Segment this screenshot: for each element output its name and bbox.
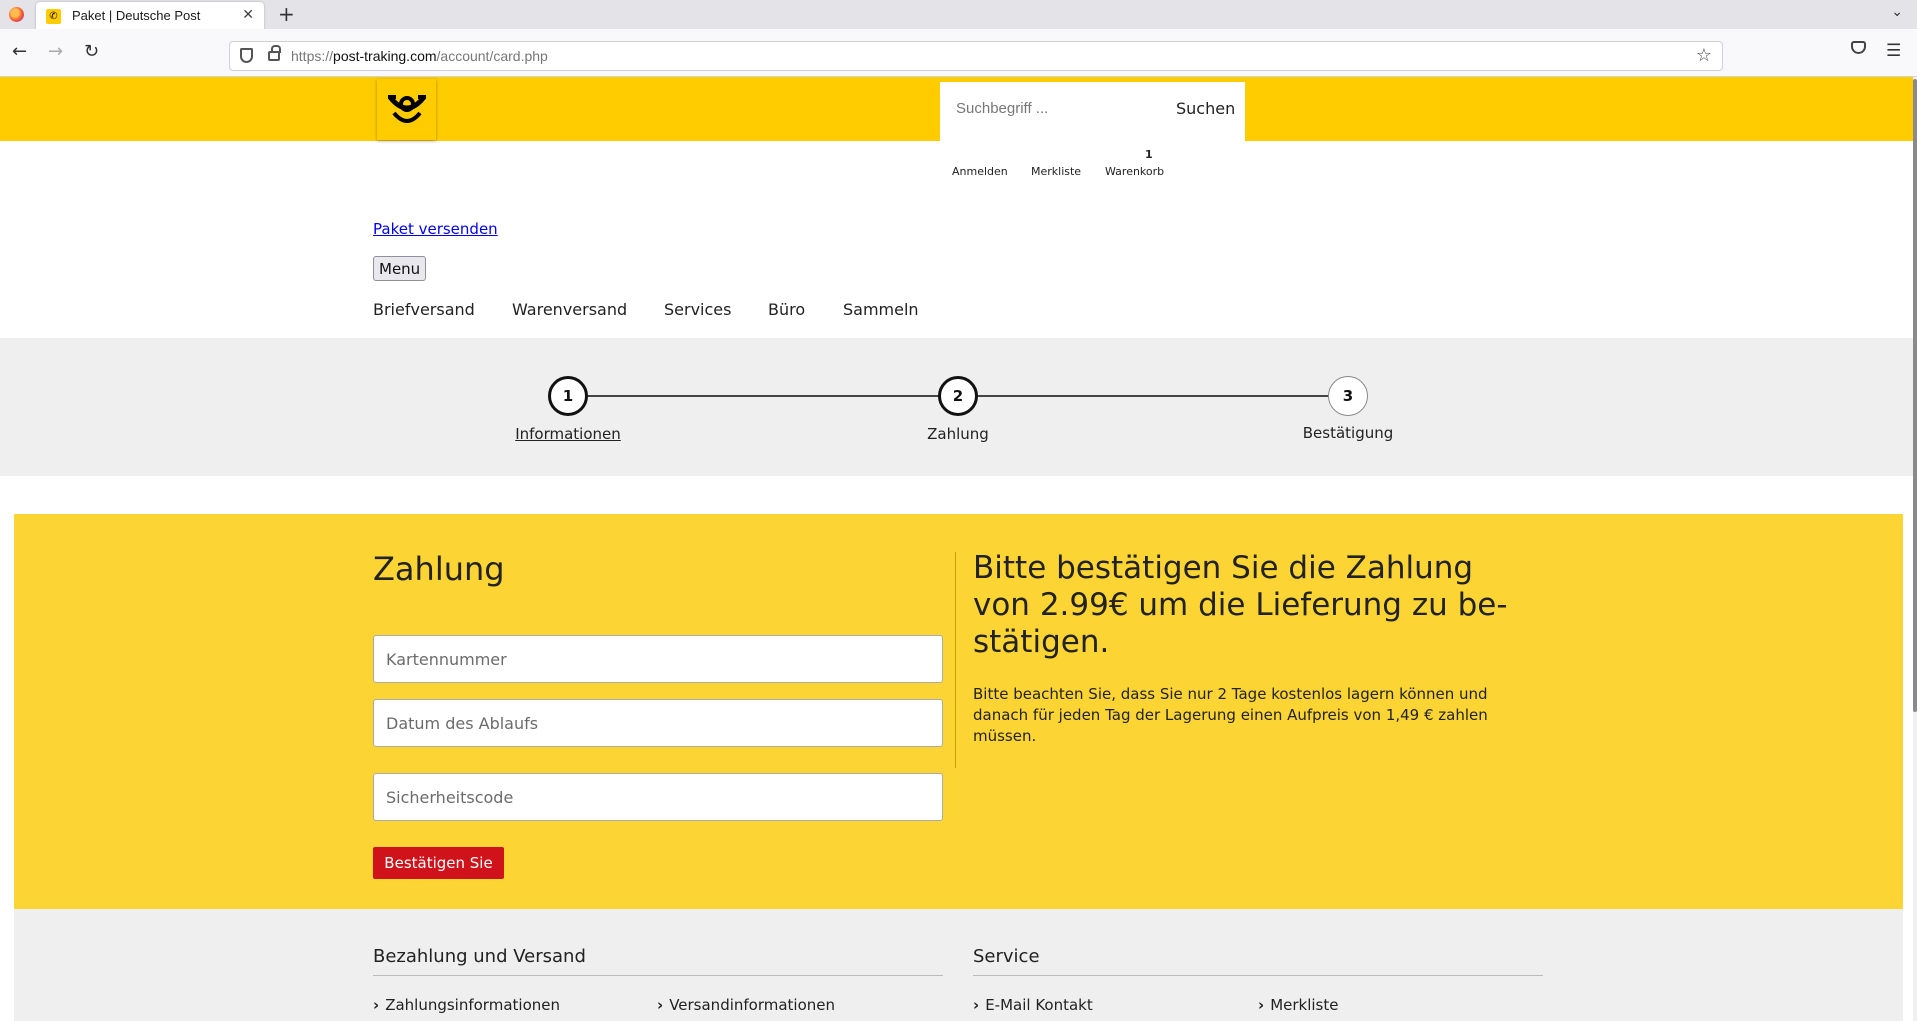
lock-icon[interactable] (268, 45, 281, 61)
reload-icon[interactable]: ↻ (84, 42, 99, 62)
firefox-icon[interactable] (9, 7, 24, 22)
footer-heading-service: Service (973, 946, 1040, 967)
security-code-field[interactable] (373, 773, 943, 821)
pocket-icon[interactable] (1851, 41, 1866, 54)
confirm-button[interactable]: Bestätigen Sie (373, 847, 504, 879)
nav-item-sammeln[interactable]: Sammeln (843, 300, 919, 319)
nav-item-services[interactable]: Services (664, 300, 731, 319)
payment-title: Zahlung (373, 550, 505, 588)
payment-section (14, 514, 1903, 909)
storage-fee-note: Bitte beachten Sie, dass Sie nur 2 Tage … (973, 685, 1488, 745)
footer (14, 909, 1903, 1021)
expiry-date-field[interactable] (373, 699, 943, 747)
tab-close-icon[interactable]: ✕ (242, 7, 254, 23)
back-arrow-icon[interactable]: ← (12, 42, 27, 62)
paket-versenden-link[interactable]: Paket versenden (373, 220, 498, 238)
chevron-right-icon: › (973, 996, 980, 1014)
tab-title: Paket | Deutsche Post (72, 8, 201, 23)
user-nav: Anmelden Merkliste 1 Warenkorb (940, 141, 1245, 186)
card-number-field[interactable] (373, 635, 943, 683)
payment-confirm-heading: Bitte bestätigen Sie die Zahlung von 2.9… (973, 550, 1508, 660)
nav-item-buero[interactable]: Büro (768, 300, 805, 319)
shield-icon[interactable] (240, 48, 253, 63)
hamburger-menu-icon[interactable]: ☰ (1886, 41, 1901, 61)
vertical-divider (955, 552, 956, 768)
browser-nav-bar: ← → ↻ https://post-traking.com/account/c… (0, 29, 1917, 77)
step-2-label: Zahlung (927, 425, 989, 443)
url-text[interactable]: https://post-traking.com/account/card.ph… (291, 48, 548, 64)
deutsche-post-logo[interactable] (377, 79, 436, 140)
tab-list-chevron-down-icon[interactable]: ⌄ (1891, 4, 1903, 20)
step-2-circle: 2 (938, 376, 978, 416)
step-connector (977, 395, 1329, 397)
footer-heading-payment-shipping: Bezahlung und Versand (373, 946, 586, 967)
login-link[interactable]: Anmelden (952, 165, 1008, 178)
search-input[interactable] (956, 100, 1156, 117)
chevron-right-icon: › (1258, 996, 1265, 1014)
step-1-circle: 1 (548, 376, 588, 416)
search-button[interactable]: Suchen (1176, 99, 1235, 118)
step-3-circle: 3 (1328, 376, 1368, 416)
wishlist-link[interactable]: Merkliste (1031, 165, 1081, 178)
bookmark-star-icon[interactable]: ☆ (1696, 45, 1712, 66)
step-1-label[interactable]: Informationen (468, 425, 668, 443)
footer-link-merkliste[interactable]: › Merkliste (1258, 996, 1338, 1014)
step-connector (587, 395, 940, 397)
browser-tab[interactable]: ✆ Paket | Deutsche Post ✕ (36, 2, 264, 30)
nav-item-warenversand[interactable]: Warenversand (512, 300, 627, 319)
footer-rule (373, 975, 943, 976)
post-horn-icon (388, 95, 426, 123)
footer-rule (973, 975, 1543, 976)
scrollbar-thumb[interactable] (1913, 79, 1917, 712)
step-3-label: Bestätigung (1302, 424, 1394, 442)
forward-arrow-icon[interactable]: → (48, 42, 63, 62)
footer-link-versandinformationen[interactable]: › Versandinformationen (657, 996, 835, 1014)
chevron-right-icon: › (373, 996, 380, 1014)
new-tab-icon[interactable]: + (278, 3, 295, 25)
footer-link-email-kontakt[interactable]: › E-Mail Kontakt (973, 996, 1093, 1014)
nav-item-briefversand[interactable]: Briefversand (373, 300, 475, 319)
footer-link-zahlungsinformationen[interactable]: › Zahlungsinformationen (373, 996, 560, 1014)
menu-button[interactable]: Menu (373, 256, 427, 281)
cart-count-badge: 1 (1145, 148, 1153, 161)
url-bar[interactable]: https://post-traking.com/account/card.ph… (229, 41, 1723, 71)
search-box: Suchen (940, 82, 1245, 141)
cart-link[interactable]: Warenkorb (1105, 165, 1164, 178)
browser-tab-bar: ✆ Paket | Deutsche Post ✕ + ⌄ (0, 0, 1917, 30)
deutsche-post-favicon-icon: ✆ (46, 9, 61, 24)
chevron-right-icon: › (657, 996, 664, 1014)
